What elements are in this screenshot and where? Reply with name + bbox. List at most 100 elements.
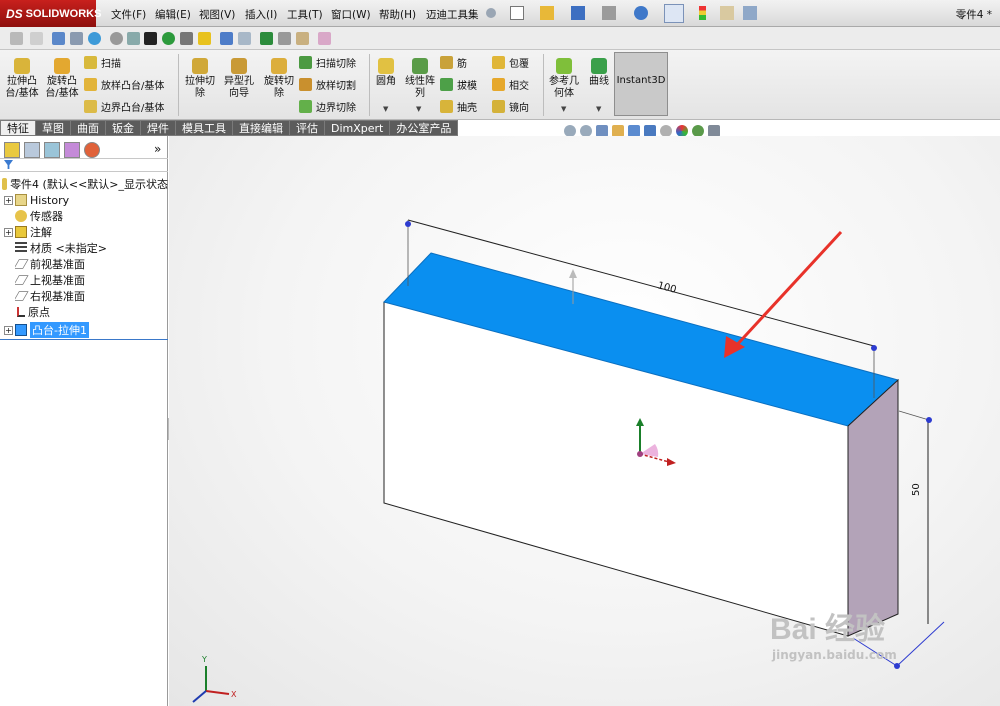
dimxpert-manager-tab-icon[interactable]	[64, 142, 80, 158]
tree-item-annotations[interactable]: + 注解	[4, 224, 168, 240]
gear-icon[interactable]	[110, 32, 123, 45]
measure-icon[interactable]	[238, 32, 251, 45]
curves-button[interactable]: 曲线	[585, 58, 613, 88]
tab-office-products[interactable]: 办公室产品	[390, 120, 459, 136]
boundary-cut-button[interactable]: 边界切除	[299, 97, 356, 115]
book-icon[interactable]	[318, 32, 331, 45]
height-dimension-value[interactable]: 50	[911, 483, 922, 496]
revolve-boss-button[interactable]: 旋转凸台/基体	[44, 58, 80, 100]
spring-icon[interactable]	[180, 32, 193, 45]
loft-cut-button[interactable]: 放样切割	[299, 75, 356, 93]
view-icon[interactable]	[70, 32, 83, 45]
tab-sheet-metal[interactable]: 钣金	[106, 120, 141, 136]
tree-filter-bar[interactable]	[0, 158, 168, 172]
menu-insert[interactable]: 插入(I)	[245, 7, 277, 22]
instant3d-button[interactable]: Instant3D	[614, 52, 668, 116]
pattern-dropdown-icon[interactable]: ▼	[416, 105, 421, 113]
tab-weldments[interactable]: 焊件	[141, 120, 176, 136]
sweep-button[interactable]: 扫描	[84, 53, 121, 71]
smart-dimension-icon[interactable]	[10, 32, 23, 45]
tree-rollback-bar[interactable]	[0, 339, 168, 340]
tab-evaluate[interactable]: 评估	[290, 120, 325, 136]
mirror-button[interactable]: 镜向	[492, 97, 529, 115]
menu-edit[interactable]: 编辑(E)	[155, 7, 191, 22]
wrap-button[interactable]: 包覆	[492, 53, 529, 71]
dimension-handle-icon[interactable]	[926, 417, 932, 423]
hole-wizard-button[interactable]: 异型孔向导	[221, 58, 257, 100]
expand-panel-icon[interactable]: »	[154, 142, 161, 156]
reference-geometry-button[interactable]: 参考几何体	[546, 58, 582, 100]
select-cursor-icon[interactable]	[664, 4, 684, 23]
tab-dimxpert[interactable]: DimXpert	[325, 120, 391, 136]
axis-icon[interactable]	[198, 32, 211, 45]
expand-icon[interactable]: +	[4, 325, 13, 335]
new-document-icon[interactable]	[510, 6, 524, 20]
rib-button[interactable]: 筋	[440, 53, 467, 71]
feature-manager-tab-icon[interactable]	[4, 142, 20, 158]
location-icon[interactable]	[162, 32, 175, 45]
expand-icon[interactable]: +	[4, 195, 13, 205]
fillet-dropdown-icon[interactable]: ▼	[383, 105, 388, 113]
save-icon[interactable]	[571, 6, 585, 20]
tree-item-right-plane[interactable]: 右视基准面	[15, 288, 168, 304]
tab-surfaces[interactable]: 曲面	[71, 120, 106, 136]
sweep-cut-button[interactable]: 扫描切除	[299, 53, 356, 71]
tree-item-origin[interactable]: 原点	[15, 304, 168, 320]
tree-root-part[interactable]: 零件4 (默认<<默认>_显示状态	[2, 176, 168, 192]
filter-icon[interactable]	[4, 160, 13, 169]
property-manager-tab-icon[interactable]	[24, 142, 40, 158]
tab-features[interactable]: 特征	[0, 120, 36, 136]
configuration-manager-tab-icon[interactable]	[44, 142, 60, 158]
tab-mold-tools[interactable]: 模具工具	[176, 120, 233, 136]
rebuild-traffic-light-icon[interactable]	[699, 6, 706, 20]
reference-geometry-dropdown-icon[interactable]: ▼	[561, 105, 566, 113]
undo-icon[interactable]	[634, 6, 648, 20]
file-properties-icon[interactable]	[720, 6, 734, 20]
tab-sketch[interactable]: 草图	[36, 120, 71, 136]
tree-item-top-plane[interactable]: 上视基准面	[15, 272, 168, 288]
globe-icon[interactable]	[88, 32, 101, 45]
menu-maidi-tools[interactable]: 迈迪工具集	[426, 7, 479, 22]
boundary-boss-button[interactable]: 边界凸台/基体	[84, 97, 164, 115]
dimension-handle-icon[interactable]	[405, 221, 411, 227]
triad-origin-icon[interactable]	[637, 451, 643, 457]
pin-icon[interactable]	[486, 8, 496, 18]
tree-item-history[interactable]: + History	[4, 192, 168, 208]
menu-window[interactable]: 窗口(W)	[331, 7, 371, 22]
extrude-arrow-head-icon[interactable]	[569, 269, 577, 278]
extrude-cut-button[interactable]: 拉伸切除	[183, 58, 217, 100]
tree-item-material[interactable]: 材质 <未指定>	[15, 240, 168, 256]
draft-button[interactable]: 拔模	[440, 75, 477, 93]
menu-help[interactable]: 帮助(H)	[379, 7, 416, 22]
dimension-handle-icon[interactable]	[871, 345, 877, 351]
shell-button[interactable]: 抽壳	[440, 97, 477, 115]
shape-icon[interactable]	[144, 32, 157, 45]
options-icon[interactable]	[743, 6, 757, 20]
loft-boss-button[interactable]: 放样凸台/基体	[84, 75, 164, 93]
dimension-handle-icon[interactable]	[894, 663, 900, 669]
settings-icon[interactable]	[127, 32, 140, 45]
print-icon[interactable]	[602, 6, 616, 20]
expand-icon[interactable]: +	[4, 227, 13, 237]
length-dimension-value[interactable]: 100	[656, 280, 677, 296]
intersect-button[interactable]: 相交	[492, 75, 529, 93]
open-folder-icon[interactable]	[540, 6, 554, 20]
excel-icon[interactable]	[260, 32, 273, 45]
display-manager-tab-icon[interactable]	[84, 142, 100, 158]
document-icon[interactable]	[296, 32, 309, 45]
solidworks-logo[interactable]: DS SOLIDWORKS	[0, 0, 101, 27]
display-icon[interactable]	[52, 32, 65, 45]
linear-pattern-button[interactable]: 线性阵列	[402, 58, 438, 100]
menu-tools[interactable]: 工具(T)	[287, 7, 323, 22]
menu-view[interactable]: 视图(V)	[199, 7, 235, 22]
tab-direct-editing[interactable]: 直接编辑	[233, 120, 290, 136]
menu-file[interactable]: 文件(F)	[111, 7, 146, 22]
fillet-button[interactable]: 圆角	[372, 58, 400, 88]
print-preview-icon[interactable]	[278, 32, 291, 45]
zoom-icon[interactable]	[220, 32, 233, 45]
curves-dropdown-icon[interactable]: ▼	[596, 105, 601, 113]
angle-icon[interactable]	[30, 32, 43, 45]
tree-item-sensors[interactable]: 传感器	[15, 208, 168, 224]
tree-item-boss-extrude[interactable]: + 凸台-拉伸1	[4, 322, 168, 338]
revolve-cut-button[interactable]: 旋转切除	[261, 58, 297, 100]
